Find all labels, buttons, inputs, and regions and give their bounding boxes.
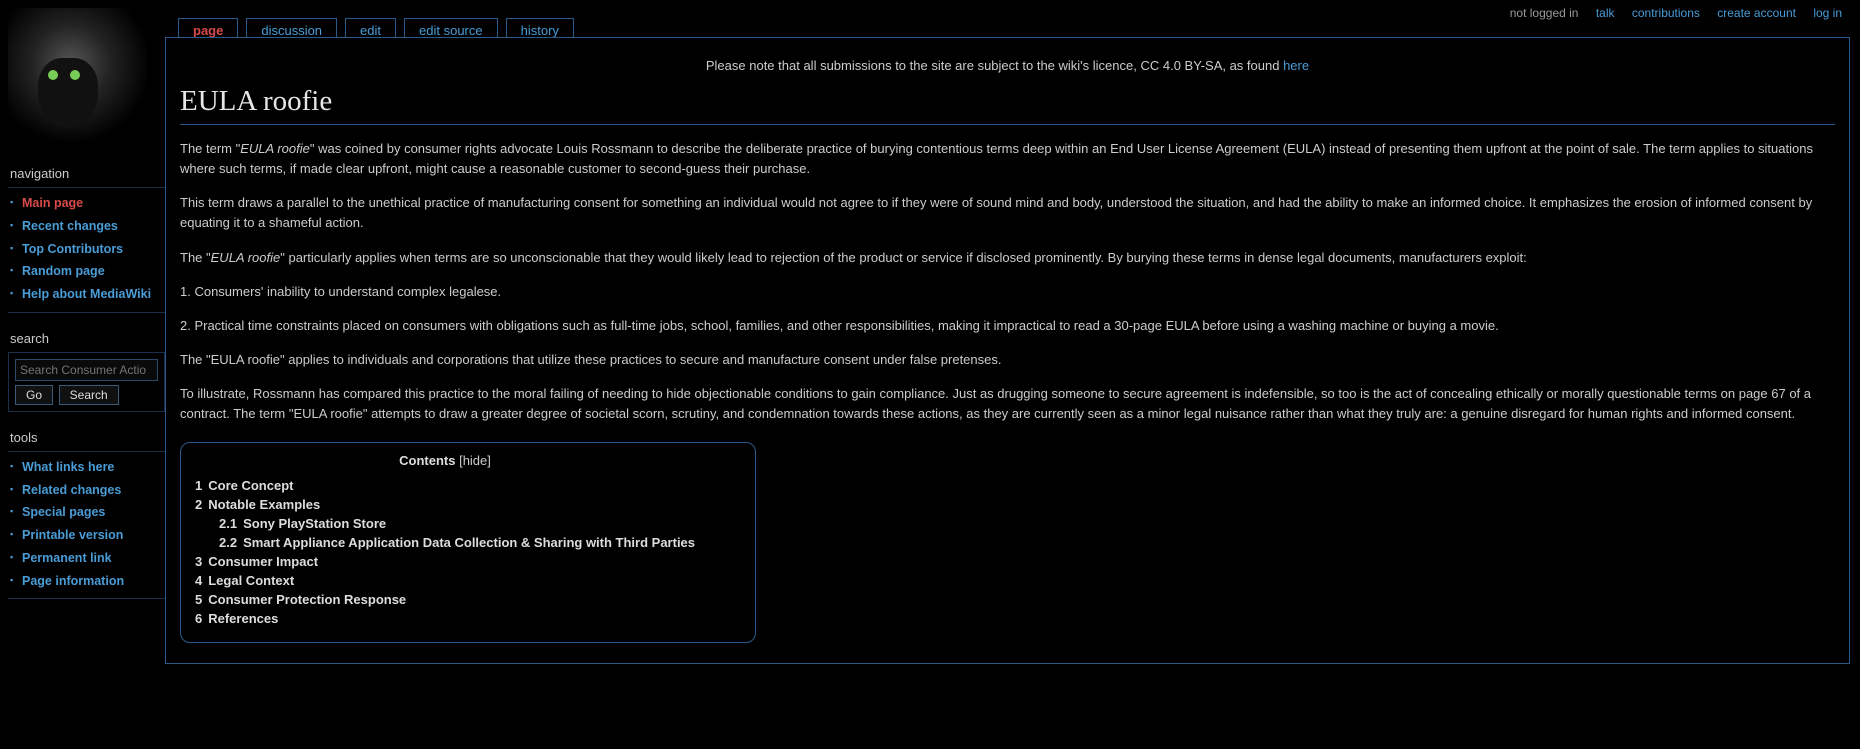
sidebar-item: Top Contributors — [8, 238, 165, 261]
notice-text: Please note that all submissions to the … — [706, 58, 1283, 73]
toc-item[interactable]: 2Notable Examples — [195, 495, 695, 514]
sidebar-link[interactable]: Permanent link — [22, 551, 112, 565]
sidebar-item: Help about MediaWiki — [8, 283, 165, 306]
toc-list: 1Core Concept2Notable Examples2.1Sony Pl… — [195, 476, 695, 628]
nav-list: Main page Recent changes Top Contributors R… — [8, 187, 165, 313]
talk-link[interactable]: talk — [1596, 6, 1615, 20]
intro-paragraph-1: The term "EULA roofie" was coined by con… — [180, 139, 1835, 179]
sidebar-link[interactable]: Page information — [22, 574, 124, 588]
sidebar-item: Printable version — [8, 524, 165, 547]
content-area: Please note that all submissions to the … — [165, 37, 1850, 664]
nav-heading: navigation — [10, 166, 165, 181]
contributions-link[interactable]: contributions — [1632, 6, 1700, 20]
paragraph-illustrate: To illustrate, Rossmann has compared thi… — [180, 384, 1835, 424]
page-title: EULA roofie — [180, 85, 1835, 125]
licence-notice: Please note that all submissions to the … — [180, 52, 1835, 85]
sidebar-item: Page information — [8, 570, 165, 593]
go-button[interactable]: Go — [15, 385, 53, 405]
list-item-1: 1. Consumers' inability to understand co… — [180, 282, 1835, 302]
sidebar-link[interactable]: What links here — [22, 460, 114, 474]
user-links: not logged in talk contributions create … — [1496, 6, 1842, 20]
toc-item[interactable]: 4Legal Context — [195, 571, 695, 590]
sidebar-link[interactable]: Random page — [22, 264, 105, 278]
sidebar-link[interactable]: Printable version — [22, 528, 123, 542]
search-heading: search — [10, 331, 165, 346]
toc-item[interactable]: 2.1Sony PlayStation Store — [219, 514, 695, 533]
sidebar-link[interactable]: Special pages — [22, 505, 105, 519]
sidebar-link[interactable]: Help about MediaWiki — [22, 287, 151, 301]
paragraph-applies: The "EULA roofie" applies to individuals… — [180, 350, 1835, 370]
site-logo[interactable] — [8, 8, 148, 148]
create-account-link[interactable]: create account — [1717, 6, 1796, 20]
tools-list: What links here Related changes Special pa… — [8, 451, 165, 600]
sidebar-link[interactable]: Top Contributors — [22, 242, 123, 256]
table-of-contents: Contents [hide] 1Core Concept2Notable Ex… — [180, 442, 756, 643]
sidebar-link[interactable]: Related changes — [22, 483, 121, 497]
toc-item[interactable]: 1Core Concept — [195, 476, 695, 495]
sidebar-link[interactable]: Main page — [22, 196, 83, 210]
sidebar-item: Random page — [8, 260, 165, 283]
sidebar-item: Recent changes — [8, 215, 165, 238]
search-button[interactable]: Search — [59, 385, 119, 405]
sidebar: navigation Main page Recent changes Top Co… — [0, 0, 165, 599]
list-item-2: 2. Practical time constraints placed on … — [180, 316, 1835, 336]
search-input[interactable] — [15, 359, 158, 381]
toc-hide-toggle[interactable]: [hide] — [459, 453, 491, 468]
intro-paragraph-3: The "EULA roofie" particularly applies w… — [180, 248, 1835, 268]
search-box: Go Search — [8, 352, 165, 412]
tools-heading: tools — [10, 430, 165, 445]
sidebar-item: Permanent link — [8, 547, 165, 570]
sidebar-item: What links here — [8, 456, 165, 479]
sidebar-link[interactable]: Recent changes — [22, 219, 118, 233]
licence-link[interactable]: here — [1283, 58, 1309, 73]
sidebar-item: Special pages — [8, 501, 165, 524]
toc-title: Contents [hide] — [195, 453, 695, 468]
toc-item[interactable]: 2.2Smart Appliance Application Data Coll… — [219, 533, 695, 552]
intro-paragraph-2: This term draws a parallel to the unethi… — [180, 193, 1835, 233]
toc-item[interactable]: 6References — [195, 609, 695, 628]
sidebar-item: Related changes — [8, 479, 165, 502]
login-link[interactable]: log in — [1813, 6, 1842, 20]
not-logged-in-label: not logged in — [1510, 6, 1579, 20]
toc-item[interactable]: 3Consumer Impact — [195, 552, 695, 571]
toc-item[interactable]: 5Consumer Protection Response — [195, 590, 695, 609]
sidebar-item: Main page — [8, 192, 165, 215]
